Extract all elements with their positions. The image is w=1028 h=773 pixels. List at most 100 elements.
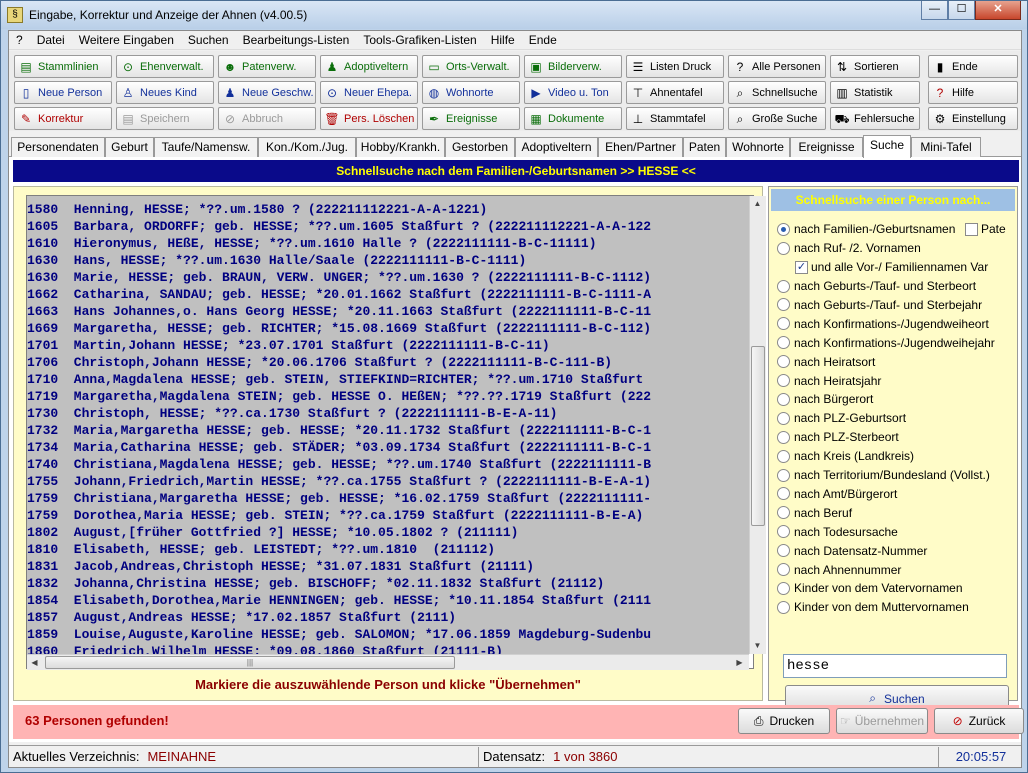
tab-konfirmation[interactable]: Kon./Kom./Jug. xyxy=(258,137,356,157)
tab-ehen-partner[interactable]: Ehen/Partner xyxy=(598,137,683,157)
menu-bearbeitungs-listen[interactable]: Bearbeitungs-Listen xyxy=(236,33,357,47)
search-option[interactable]: nach Heiratsjahr xyxy=(777,372,881,390)
option-familienname[interactable]: nach Familien-/Geburtsnamen xyxy=(777,220,955,238)
neuer-ehepa-button[interactable]: ⊙ Neuer Ehepa. xyxy=(320,81,418,104)
list-item[interactable]: 1663 Hans Johannes,o. Hans Georg HESSE; … xyxy=(27,303,651,320)
list-item[interactable]: 1759 Christiana,Margaretha HESSE; geb. H… xyxy=(27,490,651,507)
all-names-checkbox[interactable]: ✓ und alle Vor-/ Familiennamen Var xyxy=(795,258,988,276)
list-item[interactable]: 1669 Margaretha, HESSE; geb. RICHTER; *1… xyxy=(27,320,651,337)
list-item[interactable]: 1732 Maria,Margaretha HESSE; geb. HESSE;… xyxy=(27,422,651,439)
list-item[interactable]: 1580 Henning, HESSE; *??.um.1580 ? (2222… xyxy=(27,201,487,218)
grosse-suche-button[interactable]: ⌕ Große Suche xyxy=(728,107,826,130)
horizontal-scrollbar[interactable]: ◀ ||| ▶ xyxy=(27,654,749,670)
patenverw-button[interactable]: ☻ Patenverw. xyxy=(218,55,316,78)
search-option[interactable]: nach Amt/Bürgerort xyxy=(777,485,897,503)
tab-mini-tafel[interactable]: Mini-Tafel xyxy=(911,137,981,157)
list-item[interactable]: 1859 Louise,Auguste,Karoline HESSE; geb.… xyxy=(27,626,651,643)
search-option[interactable]: nach Konfirmations-/Jugendweihejahr xyxy=(777,334,995,352)
maximize-button[interactable]: ☐ xyxy=(948,1,975,20)
ereignisse-button[interactable]: ✒ Ereignisse xyxy=(422,107,520,130)
list-item[interactable]: 1831 Jacob,Andreas,Christoph HESSE; *31.… xyxy=(27,558,534,575)
list-item[interactable]: 1802 August,[früher Gottfried ?] HESSE; … xyxy=(27,524,518,541)
bilderverw-button[interactable]: ▣ Bilderverw. xyxy=(524,55,622,78)
tab-geburt[interactable]: Geburt xyxy=(105,137,154,157)
menu-help-q[interactable]: ? xyxy=(9,33,30,47)
list-item[interactable]: 1755 Johann,Friedrich,Martin HESSE; *??.… xyxy=(27,473,651,490)
search-option[interactable]: nach Geburts-/Tauf- und Sterbejahr xyxy=(777,296,982,314)
menu-suchen[interactable]: Suchen xyxy=(181,33,236,47)
scroll-left-icon[interactable]: ◀ xyxy=(27,655,42,670)
results-list[interactable]: 1580 Henning, HESSE; *??.um.1580 ? (2222… xyxy=(26,195,766,670)
drucken-button[interactable]: ⎙ Drucken xyxy=(738,708,830,734)
korrektur-button[interactable]: ✎ Korrektur xyxy=(14,107,112,130)
uebernehmen-button[interactable]: ☞ Übernehmen xyxy=(836,708,928,734)
tab-ereignisse[interactable]: Ereignisse xyxy=(790,137,863,157)
neue-geschw-button[interactable]: ♟ Neue Geschw. xyxy=(218,81,316,104)
list-item[interactable]: 1857 August,Andreas HESSE; *17.02.1857 S… xyxy=(27,609,456,626)
schnellsuche-button[interactable]: ⌕ Schnellsuche xyxy=(728,81,826,104)
stammtafel-button[interactable]: ⊥ Stammtafel xyxy=(626,107,724,130)
search-option[interactable]: Kinder von dem Vatervornamen xyxy=(777,579,963,597)
list-item[interactable]: 1605 Barbara, ORDORFF; geb. HESSE; *??.u… xyxy=(27,218,651,235)
neue-person-button[interactable]: ▯ Neue Person xyxy=(14,81,112,104)
pate-checkbox[interactable]: Pate xyxy=(965,220,1006,238)
dokumente-button[interactable]: ▦ Dokumente xyxy=(524,107,622,130)
einstellung-button[interactable]: ⚙ Einstellung xyxy=(928,107,1018,130)
list-item[interactable]: 1740 Christiana,Magdalena HESSE; geb. HE… xyxy=(27,456,651,473)
menu-ende[interactable]: Ende xyxy=(522,33,564,47)
list-item[interactable]: 1734 Maria,Catharina HESSE; geb. STÄDER;… xyxy=(27,439,651,456)
close-button[interactable]: ✕ xyxy=(975,1,1021,20)
orts-verwalt-button[interactable]: ▭ Orts-Verwalt. xyxy=(422,55,520,78)
statistik-button[interactable]: ▥ Statistik xyxy=(830,81,920,104)
ende-button[interactable]: ▮ Ende xyxy=(928,55,1018,78)
sortieren-button[interactable]: ⇅ Sortieren xyxy=(830,55,920,78)
stammlinien-button[interactable]: ▤ Stammlinien xyxy=(14,55,112,78)
list-item[interactable]: 1706 Christoph,Johann HESSE; *20.06.1706… xyxy=(27,354,612,371)
tab-adoptiveltern[interactable]: Adoptiveltern xyxy=(515,137,598,157)
tab-hobby[interactable]: Hobby/Krankh. xyxy=(356,137,445,157)
search-option[interactable]: nach Territorium/Bundesland (Vollst.) xyxy=(777,466,990,484)
tab-wohnorte[interactable]: Wohnorte xyxy=(726,137,790,157)
list-item[interactable]: 1759 Dorothea,Maria HESSE; geb. STEIN; *… xyxy=(27,507,643,524)
menu-datei[interactable]: Datei xyxy=(30,33,72,47)
search-option[interactable]: nach Todesursache xyxy=(777,523,898,541)
search-option[interactable]: nach Ahnennummer xyxy=(777,561,901,579)
search-option[interactable]: Kinder von dem Muttervornamen xyxy=(777,598,969,616)
search-option[interactable]: nach Geburts-/Tauf- und Sterbeort xyxy=(777,277,976,295)
list-item[interactable]: 1730 Christoph, HESSE; *??.ca.1730 Staßf… xyxy=(27,405,558,422)
menu-tools[interactable]: Tools-Grafiken-Listen xyxy=(356,33,483,47)
adoptiveltern-button[interactable]: ♟ Adoptiveltern xyxy=(320,55,418,78)
fehlersuche-button[interactable]: ⛟ Fehlersuche xyxy=(830,107,920,130)
wohnorte-button[interactable]: ◍ Wohnorte xyxy=(422,81,520,104)
list-item[interactable]: 1860 Friedrich,Wilhelm HESSE; *09.08.186… xyxy=(27,643,503,654)
scroll-up-icon[interactable]: ▲ xyxy=(750,196,765,211)
list-item[interactable]: 1719 Margaretha,Magdalena STEIN; geb. HE… xyxy=(27,388,651,405)
search-option[interactable]: nach Konfirmations-/Jugendweiheort xyxy=(777,315,989,333)
video-ton-button[interactable]: ▶ Video u. Ton xyxy=(524,81,622,104)
search-option[interactable]: nach Heiratsort xyxy=(777,353,875,371)
alle-personen-button[interactable]: ? Alle Personen xyxy=(728,55,826,78)
menu-weitere-eingaben[interactable]: Weitere Eingaben xyxy=(72,33,181,47)
list-item[interactable]: 1854 Elisabeth,Dorothea,Marie HENNINGEN;… xyxy=(27,592,651,609)
list-item[interactable]: 1710 Anna,Magdalena HESSE; geb. STEIN, S… xyxy=(27,371,643,388)
tab-personendaten[interactable]: Personendaten xyxy=(11,137,105,157)
list-item[interactable]: 1630 Marie, HESSE; geb. BRAUN, VERW. UNG… xyxy=(27,269,651,286)
abbruch-button[interactable]: ⊘ Abbruch xyxy=(218,107,316,130)
search-option[interactable]: nach Kreis (Landkreis) xyxy=(777,447,914,465)
hilfe-button[interactable]: ? Hilfe xyxy=(928,81,1018,104)
ehenverwalt-button[interactable]: ⊙ Ehenverwalt. xyxy=(116,55,214,78)
vertical-scroll-thumb[interactable] xyxy=(751,346,765,526)
list-item[interactable]: 1701 Martin,Johann HESSE; *23.07.1701 St… xyxy=(27,337,550,354)
search-option[interactable]: nach PLZ-Sterbeort xyxy=(777,428,899,446)
neues-kind-button[interactable]: ♙ Neues Kind xyxy=(116,81,214,104)
zurueck-button[interactable]: ⊘ Zurück xyxy=(934,708,1024,734)
option-rufname[interactable]: nach Ruf- /2. Vornamen xyxy=(777,239,921,257)
search-option[interactable]: nach Bürgerort xyxy=(777,390,873,408)
search-option[interactable]: nach PLZ-Geburtsort xyxy=(777,409,906,427)
ahnentafel-button[interactable]: ⊤ Ahnentafel xyxy=(626,81,724,104)
search-input[interactable]: hesse xyxy=(783,654,1007,678)
vertical-scrollbar[interactable]: ▲ ▼ xyxy=(749,196,766,654)
tab-paten[interactable]: Paten xyxy=(683,137,726,157)
menu-hilfe[interactable]: Hilfe xyxy=(484,33,522,47)
list-item[interactable]: 1630 Hans, HESSE; *??.um.1630 Halle/Saal… xyxy=(27,252,526,269)
